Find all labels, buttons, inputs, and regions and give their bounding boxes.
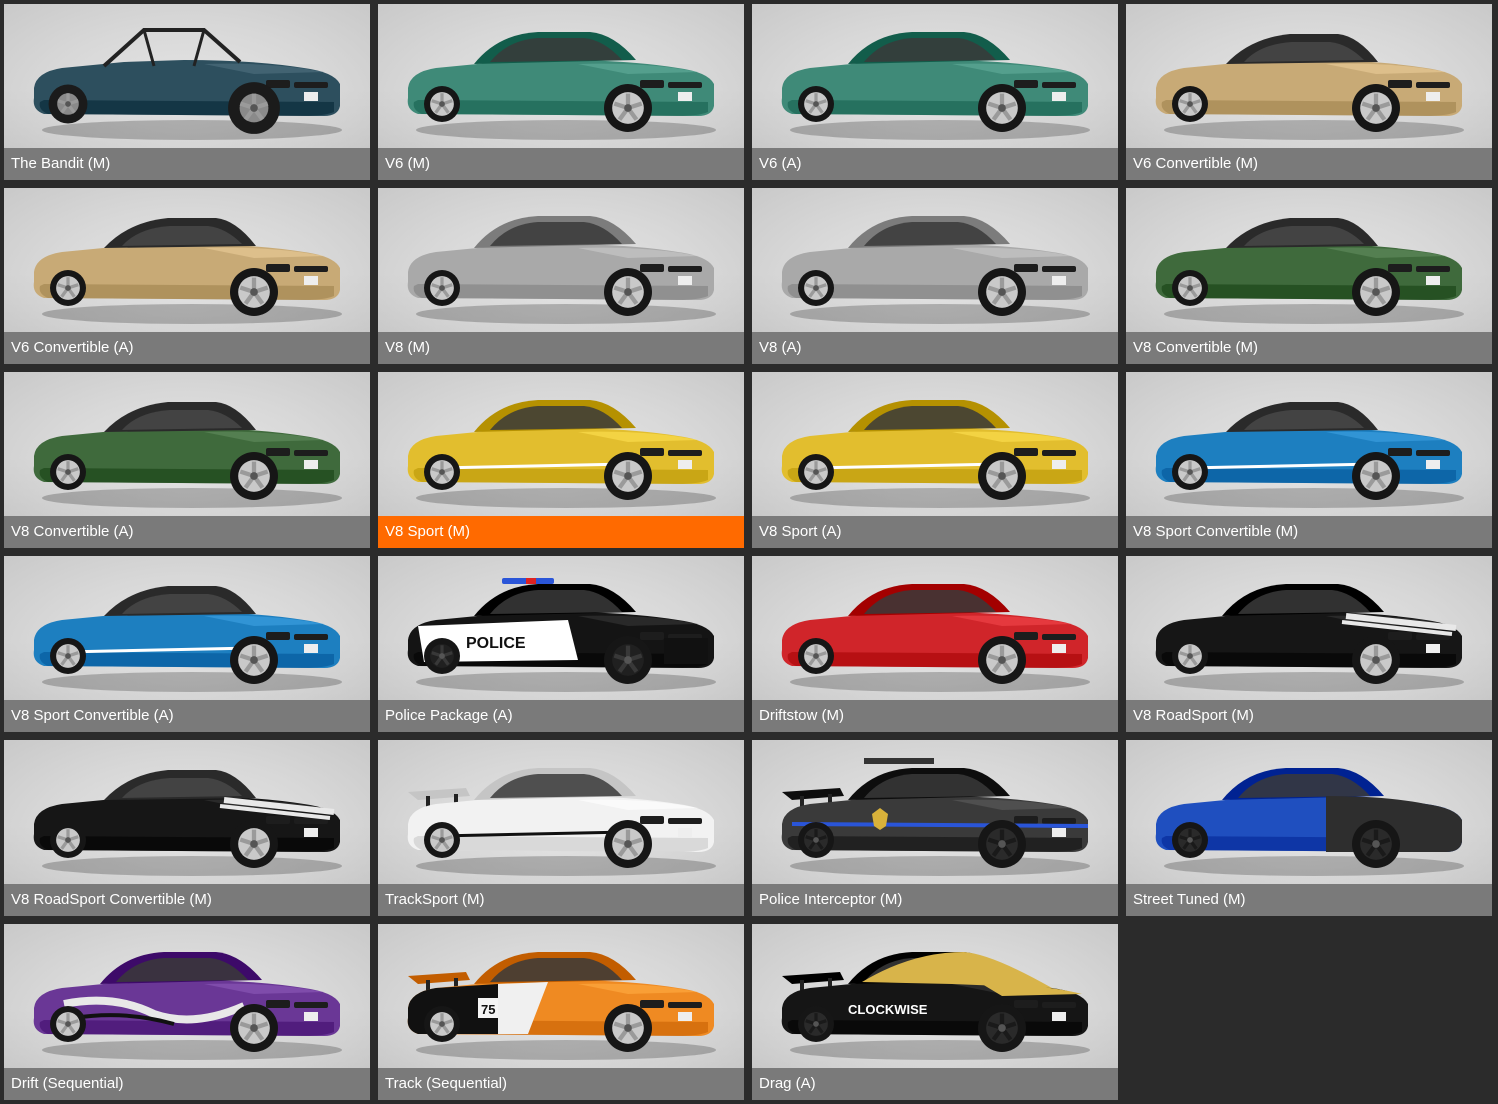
variant-tile[interactable]: V8 RoadSport Convertible (M) — [4, 740, 370, 916]
variant-label: V8 Sport (A) — [752, 516, 1118, 548]
variant-tile[interactable]: V8 Sport (M) — [378, 372, 744, 548]
variant-tile[interactable]: V8 (M) — [378, 188, 744, 364]
variant-tile[interactable]: Street Tuned (M) — [1126, 740, 1492, 916]
variant-label: V8 Sport (M) — [378, 516, 744, 548]
variant-label: V8 Sport Convertible (A) — [4, 700, 370, 732]
variant-tile[interactable]: V8 (A) — [752, 188, 1118, 364]
variant-label: V8 Convertible (M) — [1126, 332, 1492, 364]
variant-label: Driftstow (M) — [752, 700, 1118, 732]
variant-label: Police Package (A) — [378, 700, 744, 732]
variant-label: Drift (Sequential) — [4, 1068, 370, 1100]
variant-label: V8 RoadSport (M) — [1126, 700, 1492, 732]
variant-tile[interactable]: CLOCKWISE Drag (A) — [752, 924, 1118, 1100]
drag-livery-text: CLOCKWISE — [848, 1002, 928, 1017]
variant-label: V8 RoadSport Convertible (M) — [4, 884, 370, 916]
variant-tile[interactable]: V6 (M) — [378, 4, 744, 180]
variant-tile[interactable]: POLICE Police Package (A) — [378, 556, 744, 732]
variant-label: V6 Convertible (M) — [1126, 148, 1492, 180]
variant-label: V8 Sport Convertible (M) — [1126, 516, 1492, 548]
variant-tile[interactable]: Drift (Sequential) — [4, 924, 370, 1100]
variant-tile[interactable]: V6 Convertible (A) — [4, 188, 370, 364]
track-number-text: 75 — [481, 1002, 495, 1017]
variant-label: V6 (M) — [378, 148, 744, 180]
variant-label: Drag (A) — [752, 1068, 1118, 1100]
variant-tile[interactable]: V6 Convertible (M) — [1126, 4, 1492, 180]
police-livery-text: POLICE — [466, 635, 526, 652]
variant-label: Police Interceptor (M) — [752, 884, 1118, 916]
variant-tile[interactable]: 75 Track (Sequential) — [378, 924, 744, 1100]
variant-tile[interactable]: V8 Convertible (A) — [4, 372, 370, 548]
variant-tile[interactable]: The Bandit (M) — [4, 4, 370, 180]
variant-label: V8 Convertible (A) — [4, 516, 370, 548]
variant-tile[interactable]: TrackSport (M) — [378, 740, 744, 916]
variant-label: V6 (A) — [752, 148, 1118, 180]
variant-tile[interactable]: V8 Sport Convertible (A) — [4, 556, 370, 732]
variant-tile[interactable]: V8 RoadSport (M) — [1126, 556, 1492, 732]
variant-label: Street Tuned (M) — [1126, 884, 1492, 916]
variant-label: TrackSport (M) — [378, 884, 744, 916]
variant-tile[interactable]: V6 (A) — [752, 4, 1118, 180]
vehicle-variant-grid: The Bandit (M) V6 (M) V6 (A) V6 Convertible… — [0, 0, 1498, 1104]
variant-tile[interactable]: V8 Convertible (M) — [1126, 188, 1492, 364]
variant-tile[interactable]: V8 Sport (A) — [752, 372, 1118, 548]
variant-label: Track (Sequential) — [378, 1068, 744, 1100]
variant-tile[interactable]: Driftstow (M) — [752, 556, 1118, 732]
variant-label: V6 Convertible (A) — [4, 332, 370, 364]
variant-tile[interactable]: V8 Sport Convertible (M) — [1126, 372, 1492, 548]
variant-label: V8 (A) — [752, 332, 1118, 364]
variant-tile[interactable]: Police Interceptor (M) — [752, 740, 1118, 916]
variant-label: The Bandit (M) — [4, 148, 370, 180]
variant-label: V8 (M) — [378, 332, 744, 364]
